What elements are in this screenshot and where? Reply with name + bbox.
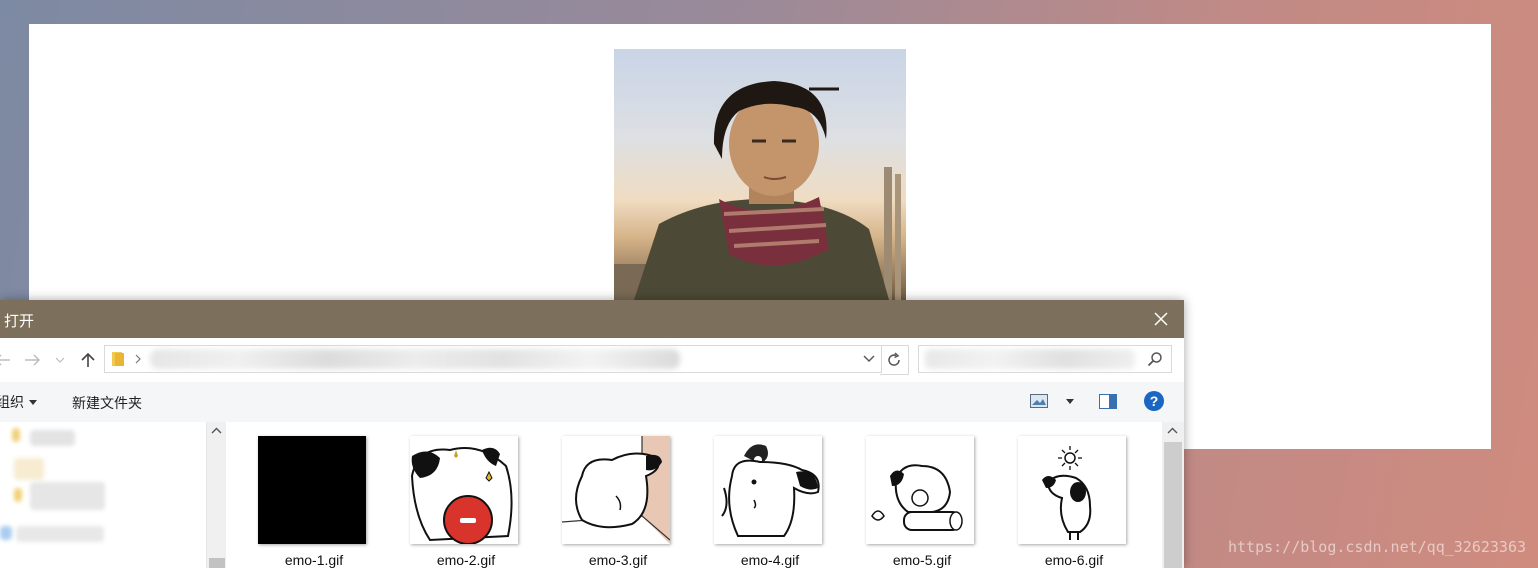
blurred-nav-item bbox=[16, 526, 104, 542]
recent-locations-button[interactable] bbox=[52, 350, 68, 370]
emo-5-thumbnail bbox=[866, 436, 974, 544]
emo-6-thumbnail bbox=[1018, 436, 1126, 544]
emo-2-thumbnail bbox=[410, 436, 518, 544]
blurred-nav-icon bbox=[0, 526, 12, 540]
address-bar[interactable] bbox=[104, 345, 882, 373]
organize-button[interactable]: 组织 bbox=[0, 382, 37, 422]
file-name: emo-5.gif bbox=[892, 552, 952, 568]
refresh-button[interactable] bbox=[880, 345, 909, 375]
svg-text:?: ? bbox=[1150, 393, 1159, 409]
emo-3-thumbnail bbox=[562, 436, 670, 544]
emo-1-thumbnail bbox=[258, 436, 366, 544]
file-name: emo-6.gif bbox=[1044, 552, 1104, 568]
address-dropdown-icon[interactable] bbox=[863, 355, 875, 363]
breadcrumb-chevron-icon bbox=[135, 354, 141, 364]
address-row bbox=[0, 338, 1184, 382]
folder-icon bbox=[12, 428, 20, 442]
file-open-dialog: 打开 组织 新建文件夹 ? emo-1.gif emo-2.gif emo-3.… bbox=[0, 300, 1184, 568]
file-name: emo-2.gif bbox=[436, 552, 496, 568]
blurred-path-text bbox=[150, 349, 680, 369]
navigation-pane[interactable] bbox=[0, 422, 206, 568]
back-button[interactable] bbox=[0, 350, 14, 370]
close-icon bbox=[1154, 312, 1168, 326]
blurred-nav-item bbox=[30, 482, 105, 510]
forward-arrow-icon bbox=[25, 354, 40, 366]
file-name: emo-1.gif bbox=[284, 552, 344, 568]
navigation-scrollbar[interactable] bbox=[206, 422, 227, 568]
back-arrow-icon bbox=[0, 354, 10, 366]
blurred-nav-item bbox=[14, 458, 44, 480]
dialog-title: 打开 bbox=[4, 313, 35, 330]
uploaded-portrait-image bbox=[614, 49, 906, 300]
organize-label: 组织 bbox=[0, 394, 24, 410]
scrollbar-thumb[interactable] bbox=[209, 558, 225, 568]
up-arrow-icon bbox=[81, 352, 95, 367]
blurred-nav-item bbox=[30, 430, 75, 446]
csdn-watermark: https://blog.csdn.net/qq_32623363 bbox=[1227, 538, 1526, 556]
help-icon[interactable]: ? bbox=[1143, 390, 1165, 412]
file-list-scrollbar[interactable] bbox=[1162, 422, 1184, 568]
chevron-down-icon bbox=[55, 357, 65, 363]
caret-down-icon bbox=[1066, 398, 1074, 404]
forward-button[interactable] bbox=[21, 350, 43, 370]
emo-4-thumbnail bbox=[714, 436, 822, 544]
search-icon bbox=[1147, 352, 1162, 367]
new-folder-button[interactable]: 新建文件夹 bbox=[72, 393, 142, 413]
dialog-titlebar[interactable]: 打开 bbox=[0, 300, 1184, 338]
preview-pane-icon[interactable] bbox=[1099, 394, 1117, 409]
blurred-search-placeholder bbox=[925, 349, 1135, 369]
folder-icon bbox=[112, 352, 124, 366]
scroll-up-icon[interactable] bbox=[1167, 427, 1178, 434]
refresh-icon bbox=[888, 352, 900, 366]
scroll-up-icon[interactable] bbox=[211, 427, 222, 434]
file-name: emo-3.gif bbox=[588, 552, 648, 568]
scrollbar-thumb[interactable] bbox=[1164, 442, 1182, 568]
view-icon bbox=[1030, 394, 1048, 408]
search-input[interactable] bbox=[918, 345, 1172, 373]
change-view-button[interactable] bbox=[1030, 394, 1074, 408]
folder-icon bbox=[14, 488, 22, 502]
file-name: emo-4.gif bbox=[740, 552, 800, 568]
caret-down-icon bbox=[29, 399, 37, 405]
up-button[interactable] bbox=[77, 350, 99, 370]
command-toolbar: 组织 新建文件夹 ? bbox=[0, 382, 1184, 423]
close-button[interactable] bbox=[1138, 300, 1184, 338]
